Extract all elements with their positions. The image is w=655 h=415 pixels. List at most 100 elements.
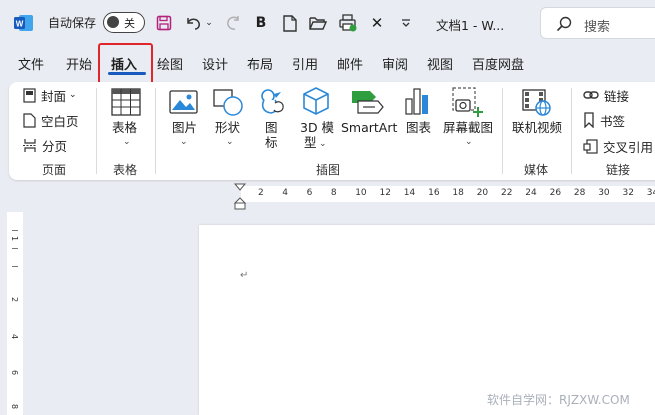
tab-baidu-netdisk[interactable]: 百度网盘 (472, 54, 524, 73)
vertical-ruler (7, 212, 23, 415)
blank-page-icon (23, 112, 36, 128)
picture-button-label[interactable]: 图片 (172, 121, 197, 135)
print-preview-button[interactable] (337, 13, 359, 33)
ruler-number: 8 (330, 188, 337, 198)
online-video-icon[interactable] (521, 88, 551, 116)
tab-references[interactable]: 引用 (292, 54, 318, 73)
cover-page-label: 封面 (41, 88, 67, 104)
vertical-ruler-number: 2 (10, 297, 19, 303)
vertical-ruler-number: 8 (10, 404, 19, 410)
ruler-number: 28 (573, 188, 586, 198)
shapes-button-label[interactable]: 形状 (215, 121, 240, 135)
tab-file[interactable]: 文件 (18, 54, 44, 73)
chevron-down-icon[interactable]: ⌄ (123, 137, 131, 147)
cover-page-button[interactable]: 封面 ⌄ (23, 85, 77, 105)
cross-reference-icon (583, 138, 598, 154)
screenshot-button-label[interactable]: 屏幕截图 (443, 121, 493, 135)
undo-dropdown[interactable]: ⌄ (203, 13, 215, 33)
vertical-ruler-number: 6 (10, 370, 19, 376)
redo-icon (227, 16, 239, 30)
ruler-number: 14 (403, 188, 416, 198)
3d-models-label-line1[interactable]: 3D 模 (300, 121, 334, 135)
ruler-number: 20 (476, 188, 489, 198)
ruler-number: 16 (428, 188, 440, 198)
3d-models-icon[interactable] (302, 86, 330, 116)
customize-toolbar-button[interactable] (395, 13, 417, 33)
links-group-label: 链接 (606, 163, 631, 177)
document-page[interactable] (199, 225, 655, 415)
icons-icon[interactable] (257, 86, 287, 116)
icons-button-label-line2[interactable]: 标 (265, 136, 278, 150)
ruler-number: 26 (549, 188, 562, 198)
icons-button-label-line1[interactable]: 图 (265, 121, 278, 135)
ruler-number: 32 (622, 188, 634, 198)
open-button[interactable] (307, 13, 329, 33)
ruler-tick (12, 230, 18, 231)
tab-review[interactable]: 审阅 (382, 54, 408, 73)
screenshot-icon[interactable] (451, 86, 483, 118)
blank-page-button[interactable]: 空白页 (23, 110, 79, 130)
table-button-label[interactable]: 表格 (112, 121, 137, 135)
save-button[interactable] (153, 13, 175, 33)
page-break-button[interactable]: 分页 (23, 135, 67, 155)
vertical-ruler-number: 4 (10, 334, 19, 340)
online-video-button-label[interactable]: 联机视频 (512, 121, 562, 135)
new-doc-button[interactable] (279, 13, 301, 33)
document-title: 文档1 - W... (436, 18, 505, 33)
chart-icon[interactable] (404, 87, 430, 115)
ruler-number: 18 (452, 188, 464, 198)
smartart-button-label[interactable]: SmartArt (341, 121, 397, 135)
site-watermark: 软件自学网：RJZXW.COM (487, 393, 630, 407)
blank-page-label: 空白页 (41, 113, 79, 129)
chevron-down-icon[interactable]: ⌄ (226, 137, 234, 147)
tab-design[interactable]: 设计 (202, 54, 228, 73)
undo-button[interactable] (182, 13, 204, 33)
chart-button-label[interactable]: 图表 (406, 121, 431, 135)
ruler-number: 34 (646, 188, 655, 198)
ruler-number: 2 (258, 188, 264, 198)
media-group-label: 媒体 (524, 163, 549, 177)
search-box[interactable]: 搜索 (540, 7, 655, 39)
bookmark-button[interactable]: 书签 (583, 110, 625, 130)
ruler-number: 22 (501, 188, 513, 198)
indent-marker-icon[interactable] (233, 183, 247, 211)
table-icon[interactable] (111, 88, 141, 116)
3d-models-label-line2[interactable]: 型 (304, 136, 317, 150)
autosave-label: 自动保存 (48, 16, 97, 30)
cross-reference-button[interactable]: 交叉引用 (583, 136, 653, 156)
ruler-number: 24 (525, 188, 537, 198)
vertical-ruler-number: 1 (10, 236, 19, 242)
smartart-icon[interactable] (350, 89, 384, 115)
chevron-down-icon[interactable]: ⌄ (180, 137, 188, 147)
paragraph-mark: ↵ (240, 270, 249, 281)
link-button[interactable]: 链接 (583, 85, 629, 105)
tables-group-label: 表格 (113, 163, 138, 177)
redo-button[interactable] (222, 13, 244, 33)
group-separator (96, 88, 97, 174)
ruler-number: 10 (355, 188, 367, 198)
bold-button[interactable]: B (250, 13, 272, 33)
ruler-tick (12, 266, 18, 267)
tab-view[interactable]: 视图 (427, 54, 453, 73)
tab-layout[interactable]: 布局 (247, 54, 273, 73)
new-document-icon (283, 14, 297, 32)
ruler-number: 4 (282, 188, 289, 198)
autosave-toggle[interactable]: 关 (103, 12, 145, 33)
bookmark-icon (584, 112, 594, 128)
link-label: 链接 (604, 88, 630, 104)
tab-mailings[interactable]: 邮件 (337, 54, 363, 73)
tab-home[interactable]: 开始 (66, 54, 92, 73)
chevron-down-icon[interactable]: ⌄ (465, 137, 473, 147)
ruler-number: 12 (379, 188, 391, 198)
svg-text:W: W (16, 20, 24, 29)
close-icon[interactable]: ✕ (366, 13, 388, 33)
picture-icon[interactable] (169, 90, 198, 114)
toggle-knob (107, 16, 119, 28)
tab-draw[interactable]: 绘图 (157, 54, 183, 73)
chevron-down-icon[interactable]: ⌄ (319, 139, 327, 149)
shapes-icon[interactable] (212, 88, 244, 118)
cover-page-icon (23, 87, 36, 103)
ruler-number: 6 (306, 188, 313, 198)
group-separator (571, 88, 572, 174)
group-separator (502, 88, 503, 174)
